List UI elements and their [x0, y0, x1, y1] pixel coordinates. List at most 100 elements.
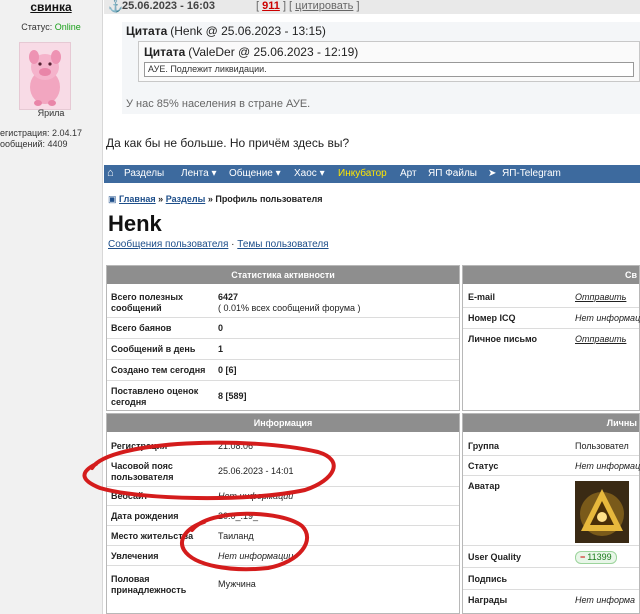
nav-item-incubator[interactable]: Инкубатор [338, 168, 387, 179]
info-value: Таиланд [218, 531, 254, 541]
nav-item[interactable]: ЯП-Telegram [502, 168, 561, 179]
breadcrumb-current: Профиль пользователя [215, 194, 323, 204]
quote-outer-body: У нас 85% населения в стране АУЕ. [126, 98, 311, 110]
quote-inner-header: Цитата (ValeDer @ 25.06.2023 - 12:19) [144, 45, 358, 59]
info-value: 20.0_.19_ [218, 511, 259, 521]
info-label: Часовой пояс пользователя [111, 461, 174, 482]
personal-value: Пользовател [575, 441, 629, 451]
info-value: Мужчина [218, 579, 256, 589]
stats-value: 6427 [218, 292, 239, 302]
author-registration: егистрация: 2.04.17 [0, 128, 83, 138]
profile-screenshot: ⌂ Разделы Лента ▾ Общение ▾ Хаос ▾ Инкуб… [104, 165, 640, 614]
contacts-label: Личное письмо [468, 334, 538, 344]
bracket: ] [ [282, 0, 293, 12]
personal-label: Подпись [468, 574, 508, 584]
nav-item[interactable]: Хаос ▾ [294, 168, 325, 179]
bracket: [ [256, 0, 260, 12]
row-divider [107, 505, 459, 506]
breadcrumb-home[interactable]: Главная [119, 194, 156, 204]
row-divider [463, 589, 639, 590]
quote-meta: (ValeDer @ 25.06.2023 - 12:19) [188, 45, 359, 59]
profile-username: Henk [108, 211, 162, 236]
personal-label: Аватар [468, 481, 500, 491]
row-divider [107, 338, 459, 339]
post-text: Да как бы не больше. Но причём здесь вы? [106, 136, 350, 150]
nav-item[interactable]: Разделы [124, 168, 164, 179]
quote-inner-body: АУЕ. Подлежит ликвидации. [144, 62, 634, 77]
nav-item[interactable]: Общение ▾ [229, 168, 281, 179]
stats-panel-header: Статистика активности [107, 266, 459, 284]
row-divider [107, 565, 459, 566]
info-value: 21.08.06 [218, 441, 254, 451]
row-divider [107, 380, 459, 381]
status-label: Статус: [21, 22, 53, 32]
anchor-icon[interactable]: ⚓ [108, 0, 123, 13]
info-label: Вебсайт [111, 491, 148, 501]
personal-panel: Личны Группа Пользовател Статус Нет инфо… [462, 413, 640, 614]
row-divider [463, 567, 639, 568]
contacts-value: Нет информац [575, 313, 640, 323]
breadcrumb-icon: ▣ [108, 194, 117, 204]
breadcrumb-sep: » [207, 194, 213, 204]
info-label: Увлечения [111, 551, 159, 561]
row-divider [463, 328, 639, 329]
house-icon[interactable]: ⌂ [107, 167, 114, 179]
stats-label: Поставлено оценок сегодня [111, 386, 199, 407]
row-divider [463, 545, 639, 546]
row-divider [463, 307, 639, 308]
stats-label: Создано тем сегодня [111, 365, 206, 375]
row-divider [107, 545, 459, 546]
author-messages: ообщений: 4409 [0, 139, 68, 149]
nav-item[interactable]: ЯП Файлы [428, 168, 477, 179]
personal-label: Группа [468, 441, 500, 451]
stats-value: 1 [218, 344, 224, 354]
quote-link[interactable]: цитировать [295, 0, 353, 12]
link-separator: · [231, 239, 235, 250]
post-actions: [ 911 ] [ цитировать ] [256, 0, 360, 13]
profile-avatar-image [575, 481, 629, 543]
row-divider [107, 359, 459, 360]
info-label: Половая принадлежность [111, 574, 187, 595]
row-divider [107, 486, 459, 487]
info-panel: Информация Регистрация 21.08.06 Часовой … [106, 413, 460, 614]
author-status: Статус: Online [0, 22, 102, 32]
profile-links: Сообщения пользователя · Темы пользовате… [108, 239, 329, 250]
info-value: Нет информации [218, 551, 294, 561]
personal-panel-header: Личны [463, 414, 639, 432]
stats-label: Сообщений в день [111, 344, 196, 354]
contacts-panel-header: Св [463, 266, 639, 284]
info-label: Регистрация [111, 441, 168, 451]
row-divider [107, 455, 459, 456]
quote-meta: (Henk @ 25.06.2023 - 13:15) [170, 24, 326, 38]
stats-note: ( 0.01% всех сообщений форума ) [218, 303, 361, 313]
personal-value: Нет информа [575, 595, 636, 605]
email-send-link[interactable]: Отправить [575, 292, 626, 303]
row-divider [107, 525, 459, 526]
info-label: Дата рождения [111, 511, 179, 521]
pm-send-link[interactable]: Отправить [575, 334, 626, 345]
user-posts-link[interactable]: Сообщения пользователя [108, 239, 228, 250]
telegram-icon: ➤ [488, 168, 497, 179]
stats-label: Всего полезных сообщений [111, 292, 184, 313]
author-name-link[interactable]: свинка [0, 0, 102, 14]
minus-icon[interactable]: − [580, 552, 585, 562]
nav-item[interactable]: Лента ▾ [181, 168, 216, 179]
author-rank: Ярила [37, 108, 65, 118]
breadcrumb-sections[interactable]: Разделы [166, 194, 206, 204]
stats-value: 0 [6] [218, 365, 237, 375]
row-divider [463, 475, 639, 476]
nav-item[interactable]: Арт [400, 168, 417, 179]
rating-link[interactable]: 911 [262, 0, 280, 12]
pig-avatar-image [20, 43, 70, 109]
stats-panel: Статистика активности Всего полезных соо… [106, 265, 460, 411]
user-quality-value: 11399 [587, 552, 612, 562]
contacts-label: Номер ICQ [468, 313, 516, 323]
personal-label: Награды [468, 595, 508, 605]
post-date: 25.06.2023 - 16:03 [122, 0, 215, 12]
info-label: Место жительства [111, 531, 194, 541]
author-avatar[interactable] [19, 42, 71, 110]
row-divider [463, 455, 639, 456]
user-topics-link[interactable]: Темы пользователя [237, 239, 328, 250]
quote-label: Цитата [126, 24, 168, 38]
quote-label: Цитата [144, 45, 186, 59]
